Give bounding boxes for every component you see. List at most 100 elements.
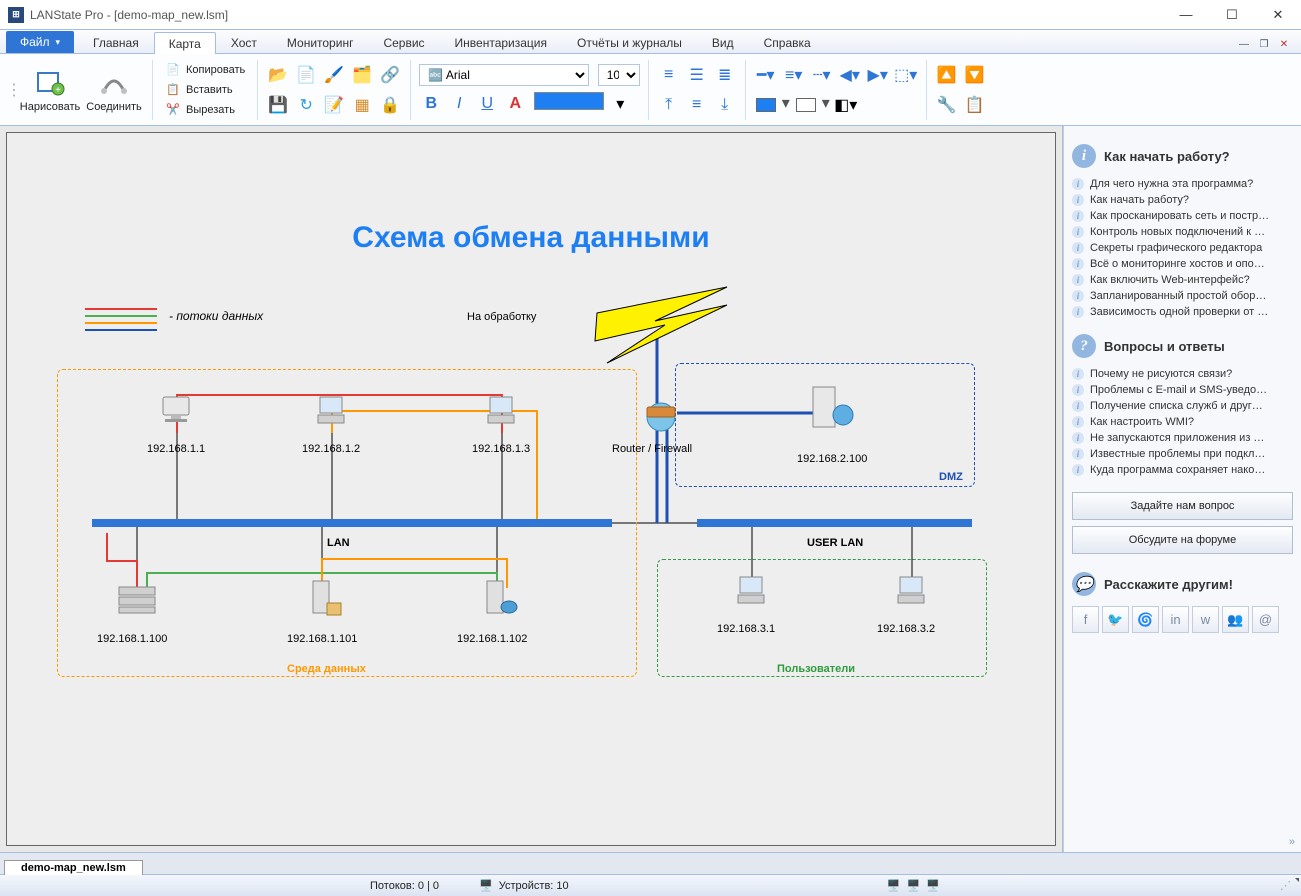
- device-srv2[interactable]: [303, 579, 343, 615]
- device-router[interactable]: [641, 397, 681, 433]
- help-link[interactable]: Всё о мониторинге хостов и опо…: [1072, 258, 1293, 270]
- help-link[interactable]: Для чего нужна эта программа?: [1072, 178, 1293, 190]
- align-icon[interactable]: ▦: [350, 93, 374, 117]
- help-link[interactable]: Как просканировать сеть и постр…: [1072, 210, 1293, 222]
- valign-top-icon[interactable]: ⤒: [657, 93, 681, 117]
- share-linkedin-icon[interactable]: in: [1162, 606, 1189, 633]
- sidebar-collapse-icon[interactable]: »: [1289, 836, 1295, 848]
- tab-map[interactable]: Карта: [154, 32, 216, 54]
- tab-service[interactable]: Сервис: [368, 31, 439, 53]
- bold-button[interactable]: B: [419, 92, 443, 116]
- file-menu-button[interactable]: Файл: [6, 31, 74, 53]
- help-link[interactable]: Секреты графического редактора: [1072, 242, 1293, 254]
- connect-button[interactable]: Соединить: [84, 61, 144, 119]
- fill-color-icon[interactable]: [794, 93, 818, 117]
- share-twitter-icon[interactable]: 🐦: [1102, 606, 1129, 633]
- resize-grip-icon[interactable]: ⋰: [1280, 879, 1291, 892]
- document-tab[interactable]: demo-map_new.lsm: [4, 860, 143, 875]
- arrow-start-icon[interactable]: ◀▾: [838, 63, 862, 87]
- arrow-end-icon[interactable]: ▶▾: [866, 63, 890, 87]
- window-maximize-button[interactable]: ☐: [1209, 0, 1255, 30]
- line-weight-icon[interactable]: ≡▾: [782, 63, 806, 87]
- window-minimize-button[interactable]: —: [1163, 0, 1209, 30]
- tab-help[interactable]: Справка: [749, 31, 826, 53]
- status-icon-3[interactable]: 🖥️: [926, 879, 940, 892]
- align-right-icon[interactable]: ≣: [713, 63, 737, 87]
- brush-icon[interactable]: 🖌️: [322, 63, 346, 87]
- tab-host[interactable]: Хост: [216, 31, 272, 53]
- clipboard-icon[interactable]: 📋: [963, 93, 987, 117]
- device-srv3[interactable]: [477, 579, 517, 615]
- tab-view[interactable]: Вид: [697, 31, 749, 53]
- align-left-icon[interactable]: ≡: [657, 63, 681, 87]
- new-file-icon[interactable]: 📄: [294, 63, 318, 87]
- lock-icon[interactable]: 🔒: [378, 93, 402, 117]
- status-icon-1[interactable]: 🖥️: [887, 879, 901, 892]
- open-folder-icon[interactable]: 📂: [266, 63, 290, 87]
- underline-button[interactable]: U: [475, 92, 499, 116]
- italic-button[interactable]: I: [447, 92, 471, 116]
- draw-button[interactable]: + Нарисовать: [20, 61, 80, 119]
- paste-button[interactable]: 📋Вставить: [161, 80, 249, 100]
- help-link[interactable]: Получение списка служб и друг…: [1072, 400, 1293, 412]
- font-color-button[interactable]: A: [503, 92, 527, 116]
- valign-mid-icon[interactable]: ≡: [685, 93, 709, 117]
- align-center-icon[interactable]: ☰: [685, 63, 709, 87]
- share-ok-icon[interactable]: 👥: [1222, 606, 1249, 633]
- opacity-icon[interactable]: ◧▾: [834, 93, 858, 117]
- tab-monitoring[interactable]: Мониторинг: [272, 31, 369, 53]
- bring-front-icon[interactable]: 🔼: [935, 63, 959, 87]
- window-close-button[interactable]: ✕: [1255, 0, 1301, 30]
- help-link[interactable]: Проблемы с E-mail и SMS-уведо…: [1072, 384, 1293, 396]
- help-link[interactable]: Как включить Web-интерфейс?: [1072, 274, 1293, 286]
- tool1-icon[interactable]: 🔧: [935, 93, 959, 117]
- color-dropdown-icon[interactable]: ▾: [608, 92, 632, 116]
- valign-bot-icon[interactable]: ⤓: [713, 93, 737, 117]
- help-link[interactable]: Запланированный простой обор…: [1072, 290, 1293, 302]
- refresh-icon[interactable]: ↻: [294, 93, 318, 117]
- share-facebook-icon[interactable]: f: [1072, 606, 1099, 633]
- share-email-icon[interactable]: @: [1252, 606, 1279, 633]
- group-icon[interactable]: 🔗: [378, 63, 402, 87]
- help-link[interactable]: Контроль новых подключений к …: [1072, 226, 1293, 238]
- cut-button[interactable]: ✂️Вырезать: [161, 100, 249, 120]
- fill-color-swatch[interactable]: [534, 92, 604, 110]
- tab-reports[interactable]: Отчёты и журналы: [562, 31, 697, 53]
- mdi-restore-button[interactable]: ❐: [1255, 35, 1273, 53]
- status-icon-2[interactable]: 🖥️: [907, 879, 921, 892]
- device-pc1[interactable]: [157, 393, 197, 429]
- send-back-icon[interactable]: 🔽: [963, 63, 987, 87]
- device-srv1[interactable]: [115, 581, 155, 617]
- help-link[interactable]: Известные проблемы при подкл…: [1072, 448, 1293, 460]
- font-size-select[interactable]: 10: [598, 64, 640, 86]
- mdi-close-button[interactable]: ✕: [1275, 35, 1293, 53]
- font-family-select[interactable]: 🔤 Arial: [419, 64, 589, 86]
- device-pc3[interactable]: [482, 393, 522, 429]
- ask-question-button[interactable]: Задайте нам вопрос: [1072, 492, 1293, 520]
- save-icon[interactable]: 💾: [266, 93, 290, 117]
- device-user1[interactable]: [732, 573, 772, 609]
- help-link[interactable]: Почему не рисуются связи?: [1072, 368, 1293, 380]
- help-link[interactable]: Куда программа сохраняет нако…: [1072, 464, 1293, 476]
- layers-icon[interactable]: 🗂️: [350, 63, 374, 87]
- share-vk-icon[interactable]: w: [1192, 606, 1219, 633]
- help-link[interactable]: Не запускаются приложения из …: [1072, 432, 1293, 444]
- help-link[interactable]: Как настроить WMI?: [1072, 416, 1293, 428]
- help-link[interactable]: Как начать работу?: [1072, 194, 1293, 206]
- device-dmz[interactable]: [807, 383, 857, 433]
- tab-main[interactable]: Главная: [78, 31, 154, 53]
- copy-button[interactable]: 📄Копировать: [161, 60, 249, 80]
- canvas-area[interactable]: Схема обмена данными - потоки данных На …: [0, 126, 1063, 852]
- discuss-forum-button[interactable]: Обсудите на форуме: [1072, 526, 1293, 554]
- line-solid-icon[interactable]: ━▾: [754, 63, 778, 87]
- device-pc2[interactable]: [312, 393, 352, 429]
- outline-color-icon[interactable]: [754, 93, 778, 117]
- select-area-icon[interactable]: ⬚▾: [894, 63, 918, 87]
- share-skype-icon[interactable]: 🌀: [1132, 606, 1159, 633]
- tab-inventory[interactable]: Инвентаризация: [440, 31, 562, 53]
- properties-icon[interactable]: 📝: [322, 93, 346, 117]
- help-link[interactable]: Зависимость одной проверки от …: [1072, 306, 1293, 318]
- device-user2[interactable]: [892, 573, 932, 609]
- line-dash-icon[interactable]: ┄▾: [810, 63, 834, 87]
- mdi-minimize-button[interactable]: —: [1235, 35, 1253, 53]
